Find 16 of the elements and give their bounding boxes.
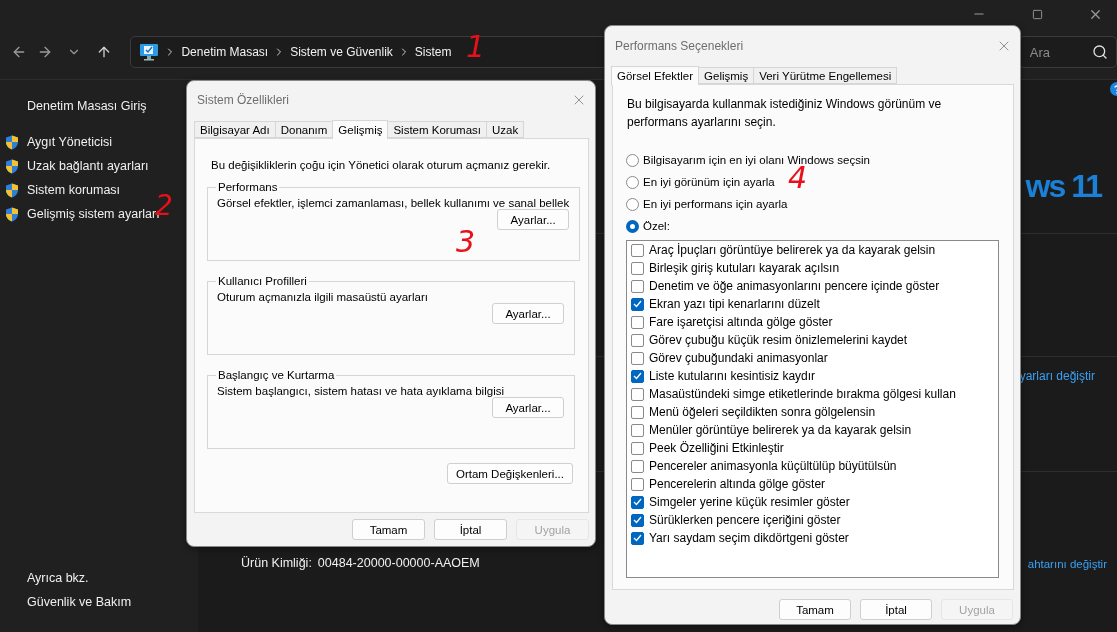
windows-logo-text: ws 11 — [1025, 168, 1101, 205]
group-description: Oturum açmanızla ilgili masaüstü ayarları — [217, 291, 429, 303]
group-title: Kullanıcı Profilleri — [217, 275, 308, 287]
section-heading: Ayrıca bkz. — [26, 570, 90, 587]
dialog-title: Sistem Özellikleri — [197, 93, 289, 107]
product-id-value: 00484-20000-00000-AAOEM — [317, 556, 480, 570]
description-text: Bu bilgisayarda kullanmak istediğiniz Windows görünüm ve performans ayarlarını seçin. — [627, 96, 943, 131]
group-title: Başlangıç ve Kurtarma — [217, 369, 336, 381]
handwritten-number: 4 — [788, 163, 808, 193]
handwritten-number: 3 — [456, 227, 476, 257]
group-title: Performans — [217, 181, 279, 193]
dialog-title: Performans Seçenekleri — [615, 38, 744, 53]
product-id-label: Ürün Kimliği: — [241, 556, 312, 570]
group-description: Görsel efektler, işlemci zamanlaması, bellek kullanımı ve sanal bellek — [217, 197, 570, 209]
admin-note: Bu değişikliklerin çoğu için Yönetici olarak oturum açmanız gerekir. — [211, 159, 552, 171]
group-description: Sistem başlangıcı, sistem hatası ve hata ayıklama bilgisi — [217, 385, 505, 397]
